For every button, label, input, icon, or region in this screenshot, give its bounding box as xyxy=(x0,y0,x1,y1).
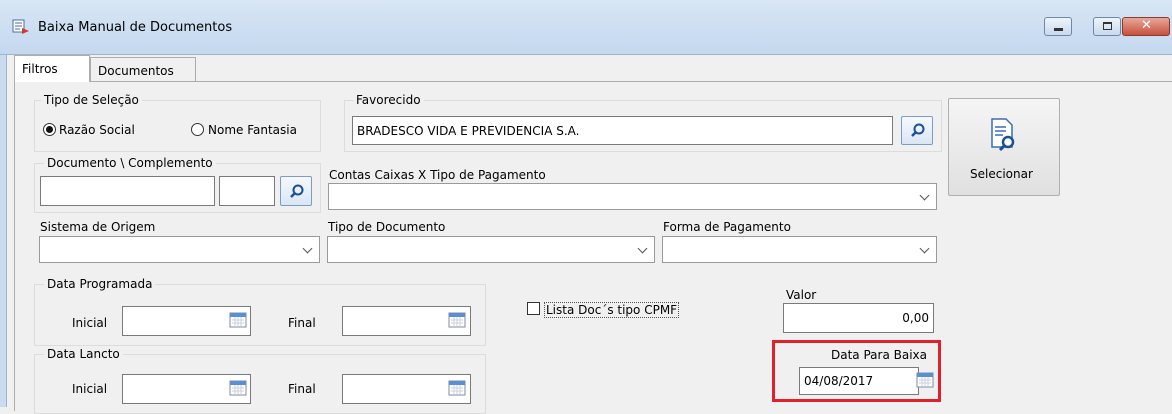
minimize-button[interactable] xyxy=(1044,17,1072,36)
minimize-icon xyxy=(1054,28,1063,31)
tipo-selecao-label: Tipo de Seleção xyxy=(41,93,142,107)
document-search-icon xyxy=(991,118,1015,152)
lista-cpmf-checkbox[interactable] xyxy=(527,302,540,315)
valor-field[interactable]: 0,00 xyxy=(783,303,934,333)
radio-nome-fantasia-label[interactable]: Nome Fantasia xyxy=(208,123,297,137)
contas-caixas-label: Contas Caixas X Tipo de Pagamento xyxy=(329,168,546,182)
window-title: Baixa Manual de Documentos xyxy=(38,20,233,35)
complemento-field[interactable] xyxy=(219,176,275,206)
sistema-origem-select[interactable] xyxy=(39,236,320,263)
close-button[interactable]: ✕ xyxy=(1122,17,1170,36)
radio-nome-fantasia[interactable] xyxy=(191,123,204,136)
tipo-documento-select[interactable] xyxy=(327,236,655,263)
selecionar-label: Selecionar xyxy=(970,167,1033,181)
favorecido-label: Favorecido xyxy=(353,93,424,107)
close-icon: ✕ xyxy=(1141,18,1152,33)
data-lancto-inicial-label: Inicial xyxy=(72,382,108,396)
calendar-icon[interactable] xyxy=(448,380,466,396)
calendar-icon[interactable] xyxy=(229,312,247,328)
lista-cpmf-label[interactable]: Lista Doc´s tipo CPMF xyxy=(544,302,680,318)
tipo-documento-label: Tipo de Documento xyxy=(328,220,446,234)
data-programada-inicial-label: Inicial xyxy=(72,316,108,330)
chevron-down-icon xyxy=(637,243,648,254)
maximize-icon xyxy=(1103,22,1112,30)
valor-label: Valor xyxy=(786,288,817,302)
calendar-icon[interactable] xyxy=(916,372,934,388)
tab-documentos[interactable]: Documentos xyxy=(90,57,196,81)
selecionar-button[interactable]: Selecionar xyxy=(948,98,1060,196)
data-lancto-final-label: Final xyxy=(288,382,316,396)
chevron-down-icon xyxy=(302,243,313,254)
search-icon xyxy=(290,184,304,198)
maximize-button[interactable] xyxy=(1093,17,1121,36)
documento-field[interactable] xyxy=(40,176,215,206)
forma-pagamento-select[interactable] xyxy=(662,236,937,263)
documento-search-button[interactable] xyxy=(280,176,312,206)
chevron-down-icon xyxy=(919,190,930,201)
favorecido-field[interactable]: BRADESCO VIDA E PREVIDENCIA S.A. xyxy=(352,116,893,145)
sistema-origem-label: Sistema de Origem xyxy=(40,220,156,234)
data-programada-final-label: Final xyxy=(288,316,316,330)
data-baixa-field[interactable]: 04/08/2017 xyxy=(799,367,919,395)
documento-label: Documento \ Complemento xyxy=(44,156,216,170)
favorecido-search-button[interactable] xyxy=(901,116,933,145)
contas-caixas-select[interactable] xyxy=(328,183,937,210)
window-frame xyxy=(0,55,7,407)
app-icon xyxy=(12,19,29,34)
data-programada-label: Data Programada xyxy=(44,277,156,291)
radio-razao-social[interactable] xyxy=(43,123,56,136)
calendar-icon[interactable] xyxy=(448,312,466,328)
data-lancto-label: Data Lancto xyxy=(44,347,123,361)
data-baixa-label: Data Para Baixa xyxy=(831,348,927,362)
forma-pagamento-label: Forma de Pagamento xyxy=(663,220,791,234)
calendar-icon[interactable] xyxy=(229,380,247,396)
radio-razao-social-label[interactable]: Razão Social xyxy=(59,123,135,137)
search-icon xyxy=(911,123,925,137)
tab-filtros[interactable]: Filtros xyxy=(14,55,90,82)
chevron-down-icon xyxy=(919,243,930,254)
